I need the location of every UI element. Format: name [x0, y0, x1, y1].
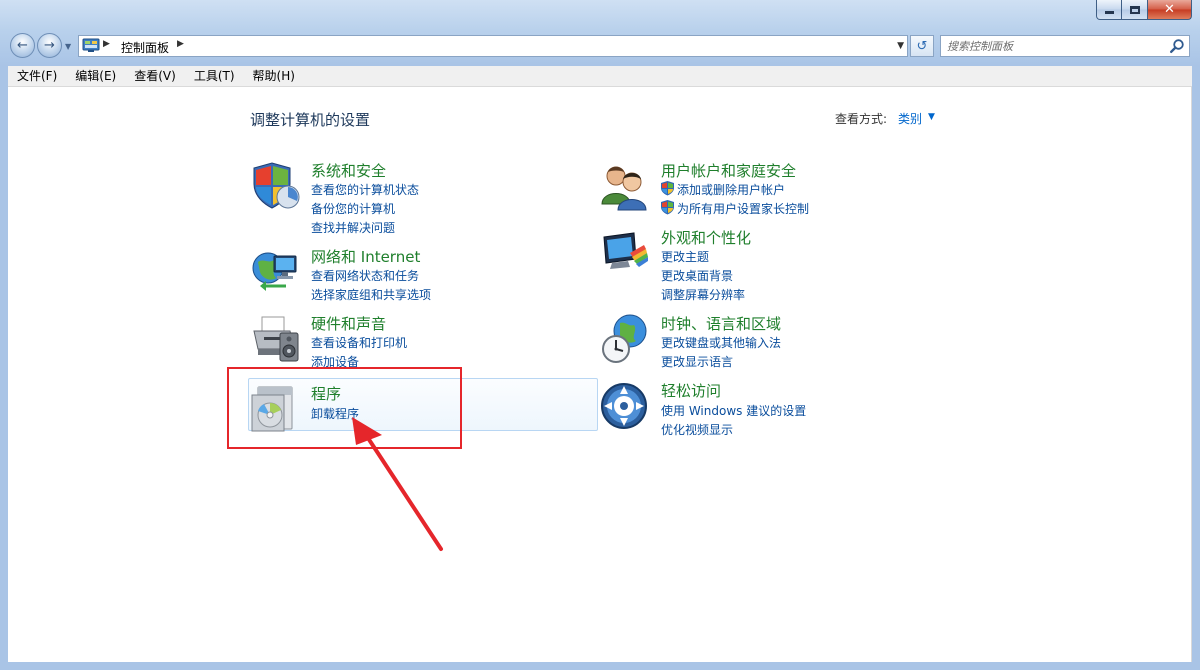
printer-icon[interactable] — [250, 313, 302, 365]
back-button[interactable]: ← — [10, 33, 35, 58]
menu-view[interactable]: 查看(V) — [125, 66, 185, 87]
window-frame: ✕ ← → ▼ ▶ 控制面板 ▶ ▼ ↺ 搜索控制面板 文件(F) 编辑(E) … — [0, 0, 1200, 670]
minimize-button[interactable] — [1096, 0, 1122, 20]
breadcrumb-chevron-icon[interactable]: ▶ — [177, 39, 184, 49]
forward-arrow-icon: → — [44, 38, 55, 53]
view-by-label: 查看方式: — [835, 112, 888, 126]
category-title-user-accounts[interactable]: 用户帐户和家庭安全 — [661, 160, 796, 181]
link-devices-printers[interactable]: 查看设备和打印机 — [311, 334, 407, 351]
category-title-clock-language-region[interactable]: 时钟、语言和区域 — [661, 313, 781, 334]
menu-file[interactable]: 文件(F) — [8, 66, 66, 87]
page-title: 调整计算机的设置 — [250, 111, 371, 129]
view-by-dropdown-icon[interactable]: ▼ — [928, 112, 935, 122]
window-controls: ✕ — [1096, 0, 1192, 20]
link-adjust-resolution[interactable]: 调整屏幕分辨率 — [661, 286, 745, 303]
link-change-theme[interactable]: 更改主题 — [661, 248, 709, 265]
refresh-icon: ↺ — [916, 38, 928, 54]
breadcrumb-separator-icon[interactable]: ▶ — [103, 39, 110, 49]
title-bar: ✕ — [0, 0, 1200, 30]
link-backup-computer[interactable]: 备份您的计算机 — [311, 200, 395, 217]
minimize-icon — [1104, 11, 1114, 14]
link-change-display-language[interactable]: 更改显示语言 — [661, 353, 733, 370]
refresh-button[interactable]: ↺ — [910, 35, 934, 57]
search-icon[interactable] — [1169, 38, 1185, 54]
category-title-ease-of-access[interactable]: 轻松访问 — [661, 380, 721, 401]
back-arrow-icon: ← — [17, 38, 28, 53]
navigation-bar: ← → ▼ ▶ 控制面板 ▶ ▼ ↺ — [0, 30, 1200, 62]
link-troubleshoot[interactable]: 查找并解决问题 — [311, 219, 395, 236]
view-by-selector[interactable]: 类别 — [898, 110, 922, 127]
link-change-keyboard-input[interactable]: 更改键盘或其他输入法 — [661, 334, 781, 351]
close-button[interactable]: ✕ — [1148, 0, 1192, 20]
menu-help[interactable]: 帮助(H) — [244, 66, 304, 87]
link-homegroup-sharing[interactable]: 选择家庭组和共享选项 — [311, 286, 431, 303]
forward-button[interactable]: → — [37, 33, 62, 58]
menu-bar: 文件(F) 编辑(E) 查看(V) 工具(T) 帮助(H) — [8, 66, 1192, 87]
network-globe-icon[interactable] — [250, 246, 302, 298]
link-windows-suggested-settings[interactable]: 使用 Windows 建议的设置 — [661, 402, 806, 419]
recent-pages-dropdown[interactable]: ▼ — [65, 42, 71, 51]
link-optimize-video-display[interactable]: 优化视频显示 — [661, 421, 733, 438]
ease-of-access-icon[interactable] — [600, 380, 652, 432]
search-box[interactable] — [940, 35, 1190, 57]
maximize-icon — [1129, 5, 1140, 14]
control-panel-icon — [82, 38, 100, 52]
address-dropdown-icon[interactable]: ▼ — [897, 41, 904, 51]
category-title-system-security[interactable]: 系统和安全 — [311, 160, 386, 181]
red-arrow-annotation — [352, 417, 443, 551]
menu-tools[interactable]: 工具(T) — [185, 66, 244, 87]
clock-globe-icon[interactable] — [600, 313, 652, 365]
uac-shield-icon — [661, 200, 674, 215]
shield-icon[interactable] — [250, 160, 302, 212]
link-add-remove-accounts[interactable]: 添加或删除用户帐户 — [677, 181, 785, 198]
category-title-network-internet[interactable]: 网络和 Internet — [311, 246, 420, 267]
close-icon: ✕ — [1164, 2, 1175, 17]
link-network-status[interactable]: 查看网络状态和任务 — [311, 267, 419, 284]
menu-edit[interactable]: 编辑(E) — [66, 66, 125, 87]
maximize-button[interactable] — [1122, 0, 1148, 20]
search-input[interactable] — [947, 38, 1162, 54]
monitor-paint-icon[interactable] — [600, 227, 652, 279]
link-parental-controls[interactable]: 为所有用户设置家长控制 — [677, 200, 809, 217]
users-icon[interactable] — [600, 160, 652, 212]
breadcrumb-control-panel[interactable]: 控制面板 — [121, 39, 169, 56]
content-edge — [1191, 87, 1192, 662]
content-pane: 调整计算机的设置 查看方式: 类别 ▼ 系统和安全 查看您的计算机状态 备份您的… — [8, 87, 1192, 662]
link-check-computer-status[interactable]: 查看您的计算机状态 — [311, 181, 419, 198]
address-bar[interactable]: ▶ 控制面板 ▶ ▼ — [78, 35, 908, 57]
link-change-desktop-background[interactable]: 更改桌面背景 — [661, 267, 733, 284]
category-title-appearance[interactable]: 外观和个性化 — [661, 227, 751, 248]
category-title-hardware-sound[interactable]: 硬件和声音 — [311, 313, 386, 334]
uac-shield-icon — [661, 181, 674, 196]
